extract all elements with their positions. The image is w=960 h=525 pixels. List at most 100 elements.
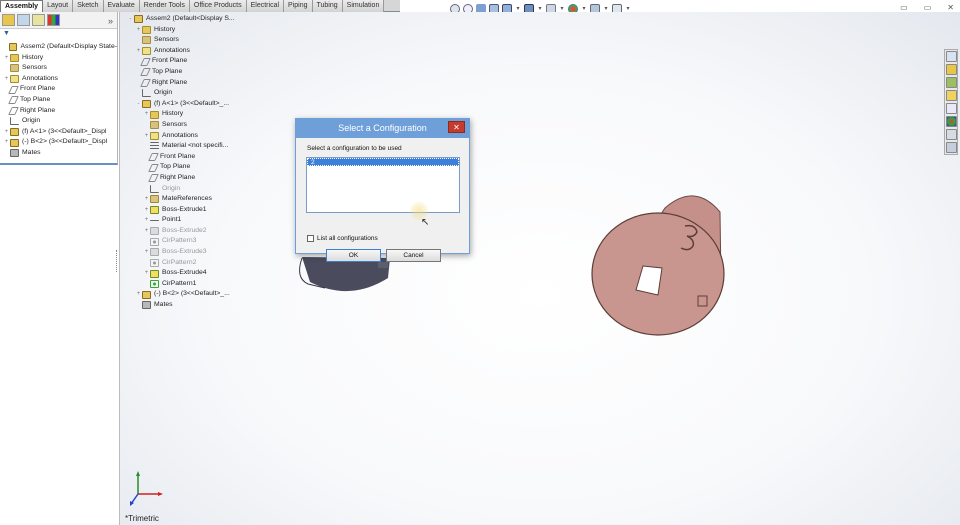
tree-item[interactable]: Front Plane [127, 152, 297, 163]
tree-item[interactable]: Origin [127, 184, 297, 195]
tree-item[interactable]: + (f) A<1> (3<<Default>_Displ [3, 127, 117, 138]
tab-layout[interactable]: Layout [43, 0, 74, 12]
tree-expander-icon[interactable]: + [3, 74, 10, 85]
tab-assembly[interactable]: Assembly [0, 0, 44, 12]
tree-item[interactable]: Front Plane [127, 56, 297, 67]
tree-item[interactable]: + Point1 [127, 215, 297, 226]
tab-electrical[interactable]: Electrical [246, 0, 285, 12]
tree-expander-icon[interactable]: - [127, 14, 134, 25]
tree-item[interactable]: + Boss-Extrude3 [127, 247, 297, 258]
tree-item[interactable]: Origin [127, 88, 297, 99]
tree-item[interactable]: + Boss-Extrude1 [127, 205, 297, 216]
solidworks-resources-icon[interactable] [945, 51, 957, 62]
scenes-icon[interactable] [945, 116, 957, 127]
display-manager-tab-icon[interactable] [47, 14, 60, 26]
tab-piping[interactable]: Piping [284, 0, 313, 12]
tree-expander-icon[interactable]: + [143, 226, 150, 237]
cancel-button[interactable]: Cancel [386, 249, 441, 262]
origin-icon [10, 117, 19, 126]
tree-item[interactable]: + History [127, 25, 297, 36]
restore-window-icon[interactable]: ▭ [924, 3, 932, 12]
tree-item[interactable]: + MateReferences [127, 194, 297, 205]
ok-button[interactable]: OK [326, 249, 381, 262]
feature-manager-tab-icon[interactable] [2, 14, 15, 26]
tree-item[interactable]: + Annotations [127, 46, 297, 57]
tree-expander-icon[interactable]: + [143, 215, 150, 226]
close-window-icon[interactable]: ✕ [947, 3, 954, 12]
tree-item[interactable]: + History [3, 53, 117, 64]
tree-item[interactable]: + (-) B<2> (3<<Default>_... [127, 289, 297, 300]
tree-item[interactable]: Mates [127, 300, 297, 311]
tree-item[interactable]: Sensors [127, 35, 297, 46]
tree-item[interactable]: Sensors [127, 120, 297, 131]
view-palette-icon[interactable] [945, 90, 957, 101]
tree-item[interactable]: Right Plane [3, 106, 117, 117]
file-explorer-icon[interactable] [945, 77, 957, 88]
list-all-configurations-checkbox[interactable]: List all configurations [307, 235, 378, 242]
configuration-list[interactable]: 2 [306, 157, 460, 213]
tree-expander-icon[interactable]: + [3, 127, 10, 138]
tree-item[interactable]: + Boss-Extrude2 [127, 226, 297, 237]
tree-expander-icon[interactable]: - [135, 99, 142, 110]
tree-item-label: Top Plane [20, 95, 51, 103]
tree-item[interactable]: CirPattern2 [127, 258, 297, 269]
tree-item[interactable]: Origin [3, 116, 117, 127]
tree-expander-icon[interactable]: + [135, 289, 142, 300]
tree-expander-icon[interactable]: + [3, 53, 10, 64]
tree-expander-icon[interactable]: + [143, 205, 150, 216]
tree-item[interactable]: Right Plane [127, 173, 297, 184]
tree-item[interactable]: Sensors [3, 63, 117, 74]
tree-item[interactable]: + Annotations [3, 74, 117, 85]
tree-item[interactable]: CirPattern1 [127, 279, 297, 290]
tab-simulation[interactable]: Simulation [342, 0, 385, 12]
custom-properties-icon[interactable] [945, 129, 957, 140]
filter-icon[interactable]: ▼ [0, 29, 117, 39]
forum-icon[interactable] [945, 142, 957, 153]
dialog-title-bar[interactable]: Select a Configuration ✕ [296, 119, 469, 138]
tree-expander-icon[interactable]: + [143, 131, 150, 142]
sensor-icon [10, 64, 19, 73]
assembly-icon [134, 15, 143, 24]
tab-tubing[interactable]: Tubing [312, 0, 343, 12]
configuration-option[interactable]: 2 [307, 158, 459, 166]
tree-expander-icon[interactable]: + [143, 247, 150, 258]
tree-expander-icon[interactable]: + [3, 137, 10, 148]
tree-item[interactable]: + Boss-Extrude4 [127, 268, 297, 279]
tree-expander-icon[interactable]: + [143, 194, 150, 205]
tree-item[interactable]: - Assem2 (Default<Display S... [127, 14, 297, 25]
tree-item[interactable]: CirPattern3 [127, 236, 297, 247]
tree-item[interactable]: Material <not specifi... [127, 141, 297, 152]
tree-item[interactable]: + History [127, 109, 297, 120]
tab-sketch[interactable]: Sketch [73, 0, 104, 12]
expand-pane-icon[interactable]: » [108, 16, 113, 26]
design-library-icon[interactable] [945, 64, 957, 75]
tree-item-label: History [162, 110, 184, 118]
tree-item[interactable]: Top Plane [3, 95, 117, 106]
tree-expander-icon[interactable]: + [143, 268, 150, 279]
tab-render-tools[interactable]: Render Tools [139, 0, 190, 12]
tree-item[interactable]: + Annotations [127, 131, 297, 142]
dialog-close-button[interactable]: ✕ [448, 121, 465, 133]
extrude-icon [150, 205, 159, 214]
tree-item[interactable]: - (f) A<1> (3<<Default>_... [127, 99, 297, 110]
tree-expander-icon[interactable]: + [143, 109, 150, 120]
tree-item[interactable]: Top Plane [127, 67, 297, 78]
tree-item[interactable]: + (-) B<2> (3<<Default>_Displ [3, 137, 117, 148]
appearances-icon[interactable] [945, 103, 957, 114]
tree-item[interactable]: Right Plane [127, 78, 297, 89]
tab-office-products[interactable]: Office Products [189, 0, 247, 12]
configuration-manager-tab-icon[interactable] [32, 14, 45, 26]
property-manager-tab-icon[interactable] [17, 14, 30, 26]
tree-item[interactable]: Front Plane [3, 84, 117, 95]
minimize-window-icon[interactable]: ▭ [900, 3, 908, 12]
tree-item[interactable]: Assem2 (Default<Display State- [3, 42, 117, 53]
part-b-cylinder[interactable] [591, 195, 725, 336]
tree-expander-icon[interactable]: + [135, 25, 142, 36]
checkbox-box[interactable] [307, 235, 314, 242]
part-a-cylinder[interactable] [299, 257, 390, 292]
tree-expander-icon[interactable]: + [135, 46, 142, 57]
tree-item[interactable]: Mates [3, 148, 117, 159]
tree-item[interactable]: Top Plane [127, 162, 297, 173]
tab-evaluate[interactable]: Evaluate [103, 0, 140, 12]
tree-item-label: Top Plane [160, 163, 191, 171]
